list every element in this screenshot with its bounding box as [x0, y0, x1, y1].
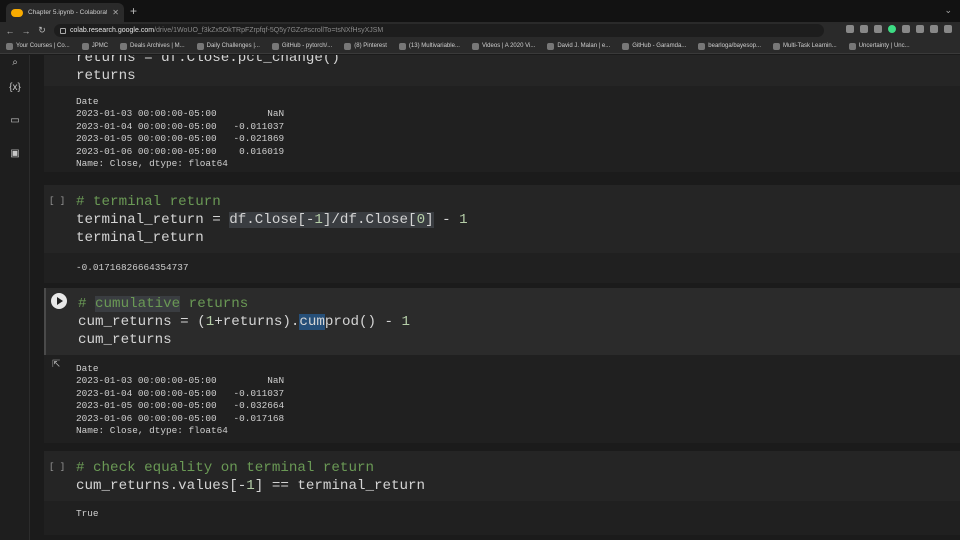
- code-cell[interactable]: returns = df.Close.pct_change() returns: [44, 55, 960, 86]
- bookmark-icon: [471, 42, 479, 50]
- bookmark-item[interactable]: Deals Archives | M...: [120, 42, 185, 50]
- cell-execution-bracket: [ ]: [49, 196, 66, 206]
- cell-source: # cumulative returns cum_returns = (1+re…: [78, 296, 411, 348]
- colab-logo-icon: [11, 8, 23, 17]
- cell-source: returns = df.Close.pct_change() returns: [76, 55, 340, 84]
- sidebar-icon[interactable]: [916, 25, 924, 33]
- back-icon[interactable]: ←: [4, 26, 16, 36]
- bookmark-item[interactable]: JPMC: [81, 42, 108, 50]
- tab-colab[interactable]: Chapter 5.ipynb - Colaboratory ✕: [6, 3, 124, 22]
- bookmark-item[interactable]: Your Courses | Co...: [6, 42, 70, 50]
- bookmark-icon: [120, 42, 128, 50]
- github-icon: [622, 42, 630, 50]
- lock-icon: [60, 27, 66, 34]
- github-icon: [698, 42, 706, 50]
- address-bar[interactable]: colab.research.google.com /drive/1WoUO_f…: [54, 24, 824, 37]
- cell-execution-bracket: [ ]: [49, 462, 66, 472]
- code-cell[interactable]: [ ] # terminal return terminal_return = …: [44, 185, 960, 253]
- bookmark-item[interactable]: bearloga/bayesop...: [698, 42, 761, 50]
- url-host: colab.research.google.com: [70, 27, 155, 34]
- variables-icon[interactable]: {x}: [7, 80, 23, 94]
- close-tab-icon[interactable]: ✕: [112, 8, 119, 17]
- bookmarks-bar: Your Courses | Co... JPMC Deals Archives…: [0, 39, 960, 54]
- bookmark-item[interactable]: (13) Multivariable...: [398, 42, 460, 50]
- bookmark-item[interactable]: GitHub - pytorch/...: [271, 42, 332, 50]
- bookmark-star-icon[interactable]: [874, 25, 882, 33]
- bookmark-icon: [773, 42, 781, 50]
- output-text: Date 2023-01-03 00:00:00-05:00 NaN 2023-…: [76, 363, 285, 437]
- output-text: True: [76, 508, 99, 519]
- output-text: Date 2023-01-03 00:00:00-05:00 NaN 2023-…: [76, 96, 285, 170]
- pinterest-icon: [344, 42, 352, 50]
- cell-source: # terminal return terminal_return = df.C…: [76, 194, 468, 246]
- cell-output: ⇱ Date 2023-01-03 00:00:00-05:00 NaN 202…: [44, 355, 960, 443]
- reload-icon[interactable]: ↻: [36, 25, 48, 36]
- bookmark-item[interactable]: Multi-Task Learnin...: [773, 42, 837, 50]
- extension-icon[interactable]: [888, 25, 896, 33]
- output-actions-icon[interactable]: ⇱: [52, 359, 60, 370]
- bookmark-item[interactable]: Daily Challenges |...: [196, 42, 260, 50]
- bookmark-icon: [398, 42, 406, 50]
- colab-sidebar: ⌕ {x} ▭ ▣: [0, 55, 30, 540]
- output-text: -0.01716826664354737: [76, 262, 189, 273]
- share-icon[interactable]: [860, 25, 868, 33]
- tab-search-icon[interactable]: ⌄: [944, 5, 952, 16]
- bookmark-icon: [196, 42, 204, 50]
- cell-output: True: [44, 501, 960, 535]
- bookmark-icon: [547, 42, 555, 50]
- bookmark-icon: [81, 42, 89, 50]
- new-tab-icon[interactable]: +: [130, 4, 137, 18]
- bookmark-icon: [848, 42, 856, 50]
- bookmark-item[interactable]: David J. Malan | e...: [547, 42, 610, 50]
- github-icon: [271, 42, 279, 50]
- notebook-area: returns = df.Close.pct_change() returns …: [31, 55, 960, 540]
- bookmark-icon: [6, 42, 13, 50]
- profile-avatar[interactable]: [930, 25, 938, 33]
- bookmark-item[interactable]: Videos | A 2020 Vi...: [471, 42, 535, 50]
- cell-source: # check equality on terminal return cum_…: [76, 460, 426, 494]
- bookmark-item[interactable]: Uncertainty | Unc...: [848, 42, 910, 50]
- bookmark-item[interactable]: GitHub - Garamda...: [622, 42, 686, 50]
- code-cell-active[interactable]: # cumulative returns cum_returns = (1+re…: [44, 288, 960, 355]
- browser-toolbar: ← → ↻ colab.research.google.com /drive/1…: [0, 22, 960, 39]
- folder-icon[interactable]: ▭: [7, 113, 23, 127]
- cell-output: -0.01716826664354737: [44, 253, 960, 283]
- run-cell-button[interactable]: [51, 293, 67, 309]
- menu-icon[interactable]: [944, 25, 952, 33]
- url-path: /drive/1WoUO_f3kZx5OkTRpFZrpfqf-5Q5y7GZc…: [154, 27, 384, 34]
- forward-icon[interactable]: →: [20, 26, 32, 36]
- extensions-puzzle-icon[interactable]: [902, 25, 910, 33]
- tab-title: Chapter 5.ipynb - Colaboratory: [28, 9, 108, 16]
- code-cell[interactable]: [ ] # check equality on terminal return …: [44, 451, 960, 501]
- secrets-icon[interactable]: ▣: [7, 146, 23, 160]
- zoom-icon[interactable]: [846, 25, 854, 33]
- search-icon[interactable]: ⌕: [7, 55, 23, 69]
- browser-tab-strip: Chapter 5.ipynb - Colaboratory ✕ + ⌄: [0, 0, 960, 22]
- bookmark-item[interactable]: (8) Pinterest: [344, 42, 387, 50]
- cell-output: Date 2023-01-03 00:00:00-05:00 NaN 2023-…: [44, 86, 960, 172]
